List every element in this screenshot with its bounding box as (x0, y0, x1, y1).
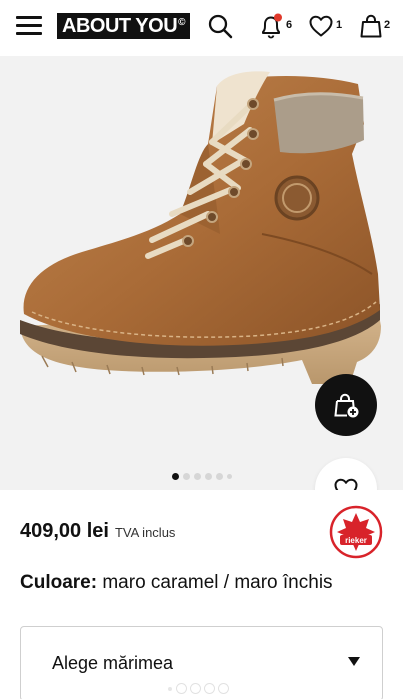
gallery-dot[interactable] (171, 472, 179, 480)
chevron-down-icon (348, 657, 360, 666)
gallery-dot[interactable] (204, 472, 212, 480)
gallery-dot[interactable] (215, 472, 223, 480)
wishlist-count: 1 (336, 19, 343, 31)
logo-text: ABOUT YOU (62, 15, 178, 37)
product-gallery[interactable] (0, 56, 403, 520)
gallery-dot[interactable] (193, 472, 201, 480)
color-row: Culoare: maro caramel / maro închis (20, 572, 333, 594)
brand-logo-rieker[interactable]: rieker (329, 505, 383, 559)
about-you-logo[interactable]: ABOUT YOU© (57, 13, 191, 39)
color-value: maro caramel / maro închis (102, 572, 333, 593)
bottom-indicator-dots (168, 684, 228, 693)
cart-count: 2 (384, 19, 391, 31)
add-to-bag-button[interactable] (315, 374, 377, 436)
price-row: 409,00 lei TVA inclus (20, 520, 175, 543)
wishlist-icon[interactable] (307, 12, 335, 40)
notification-dot (274, 13, 282, 22)
notifications-count: 6 (286, 19, 293, 31)
boot-image (20, 71, 381, 384)
brand-logo-text: rieker (345, 536, 367, 545)
vat-note: TVA inclus (114, 525, 176, 540)
logo-mark: © (178, 17, 186, 28)
product-info: 409,00 lei TVA inclus rieker Culoare: ma… (0, 490, 403, 699)
menu-icon[interactable] (16, 14, 42, 38)
gallery-pagination (0, 470, 403, 482)
size-select-label: Alege mărimea (52, 653, 174, 673)
bell-icon[interactable] (258, 12, 284, 40)
search-icon[interactable] (207, 12, 233, 40)
bag-icon[interactable] (359, 12, 383, 40)
gallery-dot[interactable] (226, 473, 232, 479)
gallery-dot[interactable] (182, 472, 190, 480)
color-label: Culoare: (20, 572, 98, 593)
top-header: ABOUT YOU© 6 1 2 (0, 0, 403, 56)
price: 409,00 lei (20, 520, 109, 542)
product-page: ABOUT YOU© 6 1 2 409,00 lei TVA inclus r… (0, 0, 403, 699)
bag-plus-icon (334, 393, 359, 418)
